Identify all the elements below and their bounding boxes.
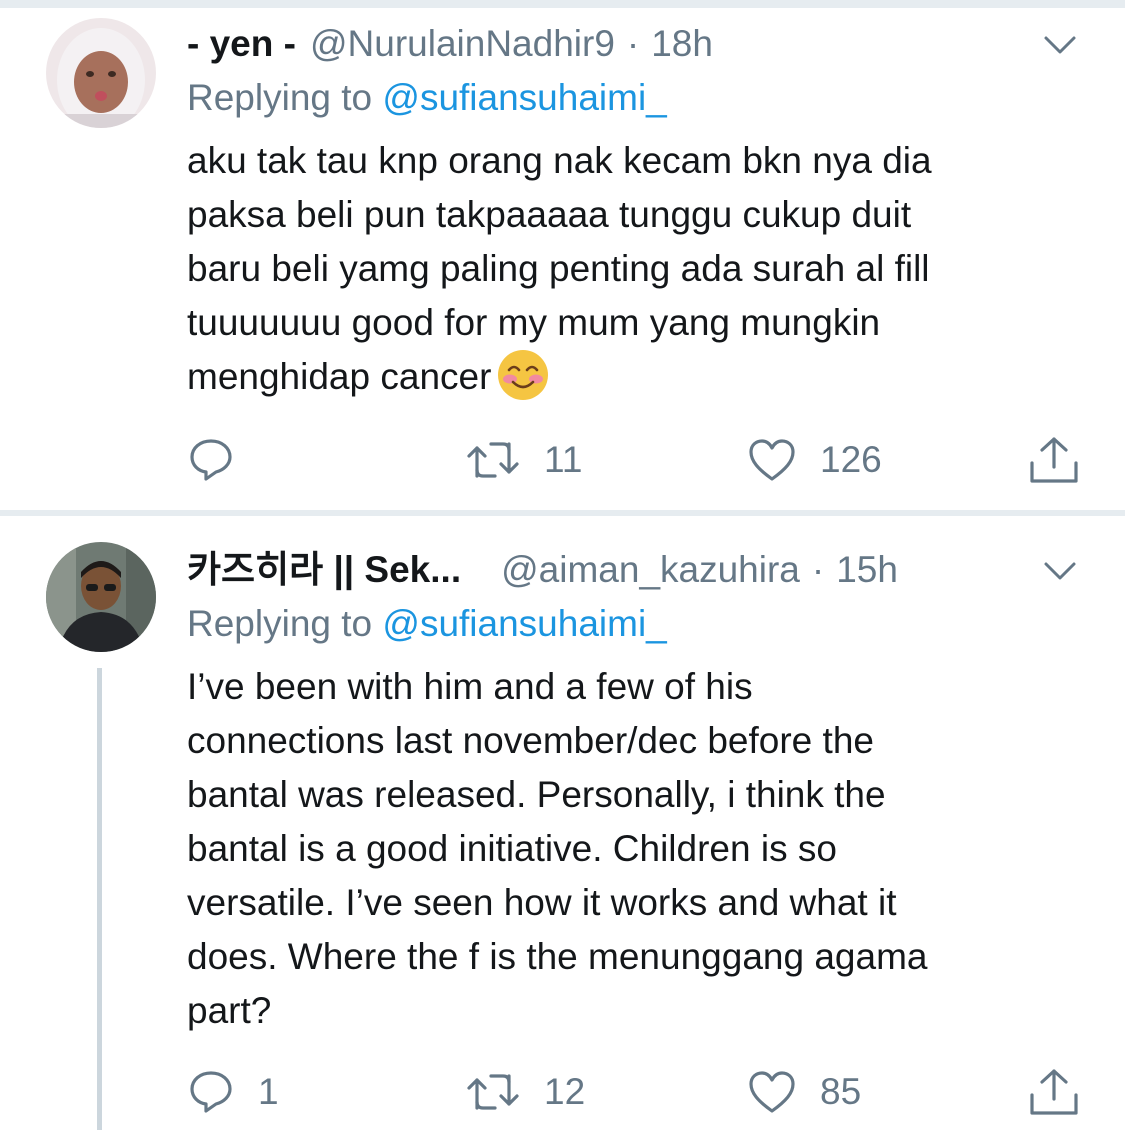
- like-button[interactable]: 126: [748, 430, 882, 490]
- reply-button[interactable]: [188, 430, 258, 490]
- share-icon: [1030, 1069, 1078, 1115]
- heart-icon: [749, 1071, 795, 1113]
- tweet-text-content: I’ve been with him and a few of his conn…: [187, 666, 928, 1031]
- tweet-actions: 1 12 85: [0, 1062, 1125, 1122]
- timestamp[interactable]: 18h: [651, 23, 713, 64]
- display-name[interactable]: 카즈히라 || Sek...: [187, 549, 461, 590]
- retweet-button[interactable]: 12: [466, 1062, 585, 1122]
- retweet-count: 12: [544, 1071, 586, 1112]
- like-count: 126: [820, 439, 882, 480]
- reply-icon: [190, 439, 232, 481]
- like-button[interactable]: 85: [748, 1062, 861, 1122]
- replying-to-label: Replying to: [187, 77, 373, 118]
- tweet-header: - yen - @NurulainNadhir9 · 18h: [187, 22, 713, 66]
- chevron-down-icon[interactable]: [1040, 556, 1080, 586]
- reply-icon: [190, 1071, 232, 1113]
- retweet-button[interactable]: 11: [466, 430, 582, 490]
- replying-to: Replying to @sufiansuhaimi_: [187, 602, 667, 646]
- tweet[interactable]: - yen - @NurulainNadhir9 · 18h Replying to …: [0, 8, 1125, 510]
- handle[interactable]: @aiman_kazuhira: [501, 549, 800, 590]
- tweet[interactable]: 카즈히라 || Sek... @aiman_kazuhira · 15h Replyi…: [0, 516, 1125, 1130]
- thread-line: [97, 668, 102, 1130]
- retweet-icon: [467, 1074, 519, 1110]
- tweet-header: 카즈히라 || Sek... @aiman_kazuhira · 15h: [187, 548, 898, 592]
- replying-to-label: Replying to: [187, 603, 373, 644]
- share-icon: [1030, 437, 1078, 483]
- timestamp[interactable]: 15h: [836, 549, 898, 590]
- top-divider: [0, 0, 1125, 8]
- share-button[interactable]: [1028, 430, 1080, 490]
- share-button[interactable]: [1028, 1062, 1080, 1122]
- like-count: 85: [820, 1071, 862, 1112]
- chevron-down-icon[interactable]: [1040, 30, 1080, 60]
- replying-to: Replying to @sufiansuhaimi_: [187, 76, 667, 120]
- retweet-count: 11: [544, 439, 583, 480]
- smiling-face-with-blushing-cheeks-icon: [498, 350, 549, 401]
- time-separator: ·: [626, 23, 640, 64]
- reply-button[interactable]: 1: [188, 1062, 279, 1122]
- reply-count: 1: [258, 1071, 279, 1112]
- tweet-text: aku tak tau knp orang nak kecam bkn nya …: [187, 134, 1087, 404]
- avatar[interactable]: [46, 542, 156, 652]
- tweet-actions: 11 126: [0, 430, 1125, 490]
- mention-link[interactable]: @sufiansuhaimi_: [382, 603, 666, 644]
- tweet-text-content: aku tak tau knp orang nak kecam bkn nya …: [187, 140, 932, 397]
- retweet-icon: [467, 442, 519, 478]
- handle[interactable]: @NurulainNadhir9: [310, 23, 615, 64]
- display-name[interactable]: - yen -: [187, 23, 296, 64]
- tweet-text: I’ve been with him and a few of his conn…: [187, 660, 1087, 1038]
- heart-icon: [749, 439, 795, 481]
- avatar[interactable]: [46, 18, 156, 128]
- time-separator: ·: [811, 549, 825, 590]
- mention-link[interactable]: @sufiansuhaimi_: [382, 77, 666, 118]
